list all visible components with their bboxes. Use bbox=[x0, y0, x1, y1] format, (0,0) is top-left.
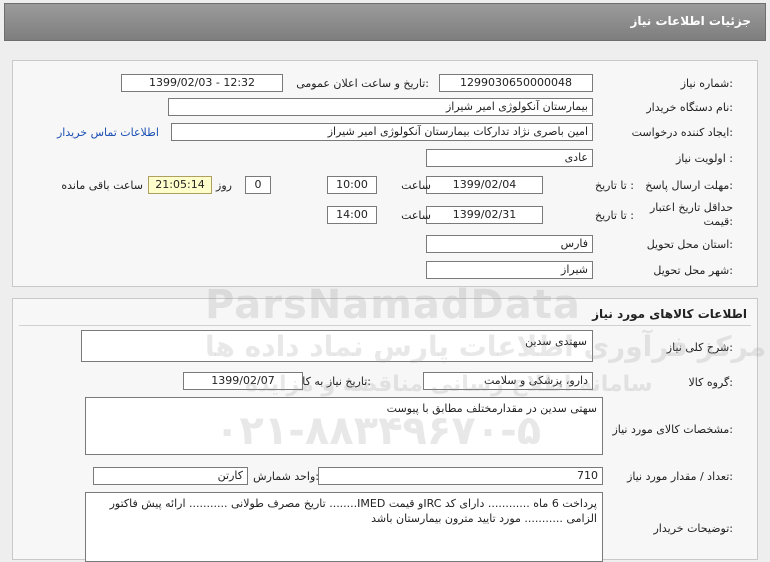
validity-date-field: 1399/02/31 bbox=[426, 206, 543, 224]
deadline-time-field: 10:00 bbox=[327, 176, 377, 194]
deadline-date-field: 1399/02/04 bbox=[426, 176, 543, 194]
deadline-until-label: تا تاریخ : bbox=[595, 179, 634, 192]
deadline-time-label: ساعت bbox=[401, 179, 431, 192]
quantity-label: تعداد / مقدار مورد نیاز: bbox=[627, 470, 733, 483]
buyer-notes-field: پرداخت 6 ماه ............ دارای کد IRCو … bbox=[85, 492, 603, 562]
validity-until-label: تا تاریخ : bbox=[595, 209, 634, 222]
goods-group-label: گروه کالا: bbox=[688, 376, 733, 389]
province-label: استان محل تحویل: bbox=[646, 238, 733, 251]
buyer-field: بیمارستان آنکولوژی امیر شیراز bbox=[168, 98, 593, 116]
creator-label: ایجاد کننده درخواست: bbox=[631, 126, 733, 139]
section-divider bbox=[19, 325, 751, 326]
goods-section-title: اطلاعات کالاهای مورد نیاز bbox=[592, 307, 747, 321]
spec-label: مشخصات کالای مورد نیاز: bbox=[612, 423, 733, 436]
summary-field: سهتدی سدین bbox=[81, 330, 593, 362]
buyer-label: نام دستگاه خریدار: bbox=[646, 101, 733, 114]
goods-panel: اطلاعات کالاهای مورد نیاز شرح کلی نیاز: … bbox=[12, 298, 758, 562]
need-details-panel: شماره نیاز: 1299030650000048 تاریخ و ساع… bbox=[12, 60, 758, 287]
announce-field: 1399/02/03 - 12:32 bbox=[121, 74, 283, 92]
need-number-field: 1299030650000048 bbox=[439, 74, 593, 92]
unit-label: واحد شمارش: bbox=[253, 470, 319, 483]
page-title: جزئیات اطلاعات نیاز bbox=[630, 14, 751, 28]
creator-field: امین باصری نژاد تدارکات بیمارستان آنکولو… bbox=[171, 123, 593, 141]
province-field: فارس bbox=[426, 235, 593, 253]
need-date-label: تاریخ نیاز به کالا: bbox=[296, 375, 371, 388]
priority-field: عادی bbox=[426, 149, 593, 167]
validity-time-label: ساعت bbox=[401, 209, 431, 222]
need-date-field: 1399/02/07 bbox=[183, 372, 303, 390]
spec-field: سهتی سدین در مقدارمختلف مطابق با پیوست bbox=[85, 397, 603, 455]
deadline-label: مهلت ارسال پاسخ: bbox=[645, 179, 733, 192]
buyer-contact-link[interactable]: اطلاعات تماس خریدار bbox=[57, 126, 159, 139]
buyer-notes-label: توضیحات خریدار: bbox=[653, 522, 734, 535]
summary-label: شرح کلی نیاز: bbox=[666, 341, 733, 354]
city-field: شیراز bbox=[426, 261, 593, 279]
page-header: جزئیات اطلاعات نیاز bbox=[4, 3, 766, 41]
goods-group-field: دارو، پزشکی و سلامت bbox=[423, 372, 593, 390]
unit-field: کارتن bbox=[93, 467, 248, 485]
validity-time-field: 14:00 bbox=[327, 206, 377, 224]
priority-label: اولویت نیاز : bbox=[675, 152, 733, 165]
validity-label: حداقل تاریخ اعتبار قیمت: bbox=[649, 201, 733, 228]
quantity-field: 710 bbox=[318, 467, 603, 485]
remaining-label: ساعت باقی مانده bbox=[61, 179, 143, 192]
announce-label: تاریخ و ساعت اعلان عمومی: bbox=[296, 77, 429, 90]
remaining-time-field: 21:05:14 bbox=[148, 176, 212, 194]
city-label: شهر محل تحویل: bbox=[653, 264, 733, 277]
need-number-label: شماره نیاز: bbox=[680, 77, 733, 90]
days-remaining-field: 0 bbox=[245, 176, 271, 194]
